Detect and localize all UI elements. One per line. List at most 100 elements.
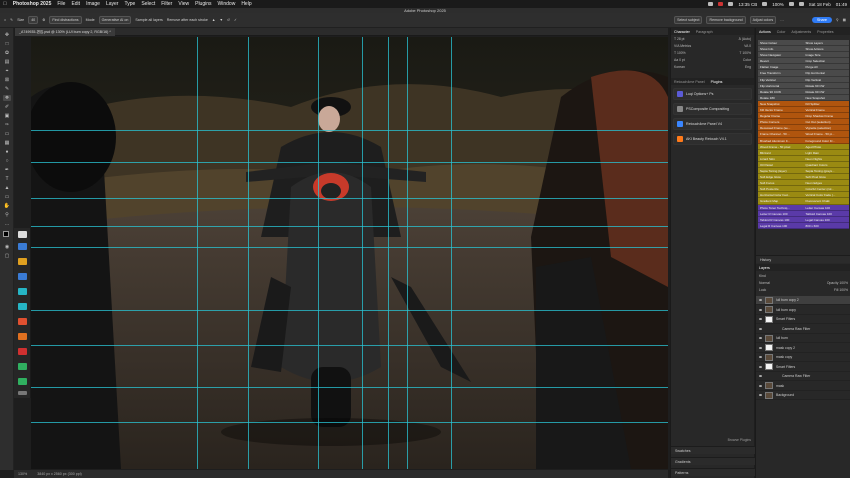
frame-tool-icon[interactable]: ⊠ <box>3 77 11 83</box>
tab-properties[interactable]: Properties <box>817 30 833 34</box>
guide-vertical[interactable] <box>387 37 389 469</box>
thumbs-down-icon[interactable]: ▼ <box>219 18 223 22</box>
menu-plugins[interactable]: Plugins <box>195 1 211 7</box>
layer-row[interactable]: mask <box>756 382 850 391</box>
history-brush-icon[interactable]: ✑ <box>3 122 11 128</box>
patterns-panel-header[interactable]: Patterns <box>671 468 755 476</box>
mode-select[interactable]: Generative AI on <box>98 16 132 24</box>
swatches-panel-header[interactable]: Swatches <box>671 446 755 454</box>
search-icon[interactable]: ⚲ <box>836 18 839 22</box>
pen-tool-icon[interactable]: ✒ <box>3 167 11 173</box>
document-tab[interactable]: _A749935-편집.psd @ 130% (LUI burn copy 2,… <box>15 28 115 36</box>
quick-mask-icon[interactable]: ◉ <box>3 244 11 250</box>
gradients-panel-header[interactable]: Gradients <box>671 457 755 465</box>
guide-horizontal[interactable] <box>31 344 668 346</box>
guide-vertical[interactable] <box>451 37 453 469</box>
guide-horizontal[interactable] <box>31 129 668 131</box>
guide-vertical[interactable] <box>317 37 319 469</box>
visibility-eye-icon[interactable] <box>759 375 762 377</box>
image-canvas[interactable] <box>31 37 668 469</box>
guide-horizontal[interactable] <box>31 309 668 311</box>
visibility-eye-icon[interactable] <box>759 318 762 320</box>
commit-check-icon[interactable]: ✓ <box>234 18 237 22</box>
eraser-tool-icon[interactable]: ▭ <box>3 131 11 137</box>
guide-horizontal[interactable] <box>31 422 668 424</box>
menu-help[interactable]: Help <box>241 1 251 7</box>
menu-window[interactable]: Window <box>218 1 236 7</box>
character-field[interactable]: Eng <box>745 65 751 69</box>
visibility-eye-icon[interactable] <box>759 337 762 339</box>
plugin-shortcut-icon[interactable] <box>18 303 27 310</box>
menu-edit[interactable]: Edit <box>71 1 80 7</box>
sample-all-checkbox[interactable]: Sample all layers <box>135 18 162 22</box>
apple-icon[interactable]:  <box>3 1 7 7</box>
plugin-shortcut-icon[interactable] <box>18 348 27 355</box>
history-panel-header[interactable]: History <box>756 255 850 263</box>
visibility-eye-icon[interactable] <box>759 308 762 311</box>
plugin-shortcut-icon[interactable] <box>18 363 27 370</box>
more-tools-icon[interactable]: … <box>3 221 11 227</box>
plugin-shortcut-icon[interactable] <box>18 273 27 280</box>
layer-row[interactable]: lull burn copy <box>756 306 850 315</box>
character-field[interactable]: V/A Metrics <box>674 44 691 48</box>
visibility-eye-icon[interactable] <box>759 299 762 301</box>
layer-row[interactable]: Camera Raw Filter <box>756 325 850 334</box>
home-icon[interactable]: ⌂ <box>4 18 6 22</box>
thumbs-up-icon[interactable]: ▲ <box>212 18 216 22</box>
tab-paragraph[interactable]: Paragraph <box>696 30 713 34</box>
battery-text[interactable]: 100% <box>772 2 784 7</box>
remove-after-checkbox[interactable]: Remove after each stroke <box>167 18 208 22</box>
app-menu[interactable]: Photoshop 2025 <box>13 1 52 7</box>
browse-plugins-link[interactable]: Browse Plugins <box>671 438 755 442</box>
layer-row[interactable]: lull burn copy 2 <box>756 296 850 305</box>
menu-filter[interactable]: Filter <box>161 1 172 7</box>
guide-horizontal[interactable] <box>31 197 668 199</box>
guide-vertical[interactable] <box>362 37 364 469</box>
plugin-shortcut-icon[interactable] <box>18 378 27 385</box>
plugin-shortcut-icon[interactable] <box>18 288 27 295</box>
more-icon[interactable]: … <box>780 18 784 22</box>
character-field[interactable]: T 28 pt <box>674 37 685 41</box>
visibility-eye-icon[interactable] <box>759 394 762 396</box>
lasso-tool-icon[interactable]: ✿ <box>3 50 11 56</box>
wifi-icon[interactable] <box>762 2 768 6</box>
search-icon[interactable] <box>798 2 804 6</box>
tab-actions[interactable]: Actions <box>759 30 771 34</box>
eyedropper-icon[interactable]: ✎ <box>3 86 11 92</box>
tab-layers[interactable]: Layers <box>759 266 770 270</box>
layer-row[interactable]: Smart Filters <box>756 363 850 372</box>
hand-tool-icon[interactable]: ✋ <box>3 203 11 209</box>
type-tool-icon[interactable]: T <box>3 176 11 182</box>
size-field[interactable]: 40 <box>28 16 39 24</box>
brush-settings-icon[interactable]: ⚙ <box>42 18 45 22</box>
lock-options[interactable]: Lock <box>759 288 766 292</box>
adjust-colors-button[interactable]: Adjust colors <box>749 16 777 24</box>
visibility-eye-icon[interactable] <box>759 327 762 330</box>
layer-row[interactable]: Smart Filters <box>756 315 850 324</box>
plugin-shortcut-icon[interactable] <box>18 258 27 265</box>
character-field[interactable]: Aa 0 pt <box>674 58 685 62</box>
blur-tool-icon[interactable]: ● <box>3 149 11 155</box>
layer-row[interactable]: mask copy <box>756 353 850 362</box>
menu-layer[interactable]: Layer <box>106 1 119 7</box>
layer-kind-filter[interactable]: Kind <box>759 274 766 278</box>
tab-adjustments[interactable]: Adjustments <box>791 30 811 34</box>
move-tool-icon[interactable]: ✥ <box>3 32 11 38</box>
remove-tool-icon[interactable]: ✎ <box>10 18 13 22</box>
action-button[interactable]: Legal R Canvas 100 <box>758 222 804 229</box>
time-text[interactable]: 01:49 <box>836 2 847 7</box>
tab-character[interactable]: Character <box>674 30 690 34</box>
document-info[interactable]: 3840 px x 2560 px (300 ppi) <box>37 472 82 476</box>
character-field[interactable]: T 100% <box>739 51 751 55</box>
screen-mode-icon[interactable]: ▢ <box>3 253 11 259</box>
marquee-tool-icon[interactable]: □ <box>3 41 11 47</box>
plugin-shortcut-icon[interactable] <box>18 318 27 325</box>
shape-tool-icon[interactable]: ▭ <box>3 194 11 200</box>
guide-vertical[interactable] <box>196 37 198 469</box>
layer-row[interactable]: mask copy 2 <box>756 344 850 353</box>
menu-type[interactable]: Type <box>124 1 135 7</box>
crop-tool-icon[interactable]: ⌖ <box>3 68 11 74</box>
gradient-tool-icon[interactable]: ▦ <box>3 140 11 146</box>
menu-view[interactable]: View <box>178 1 189 7</box>
guide-horizontal[interactable] <box>31 387 668 389</box>
